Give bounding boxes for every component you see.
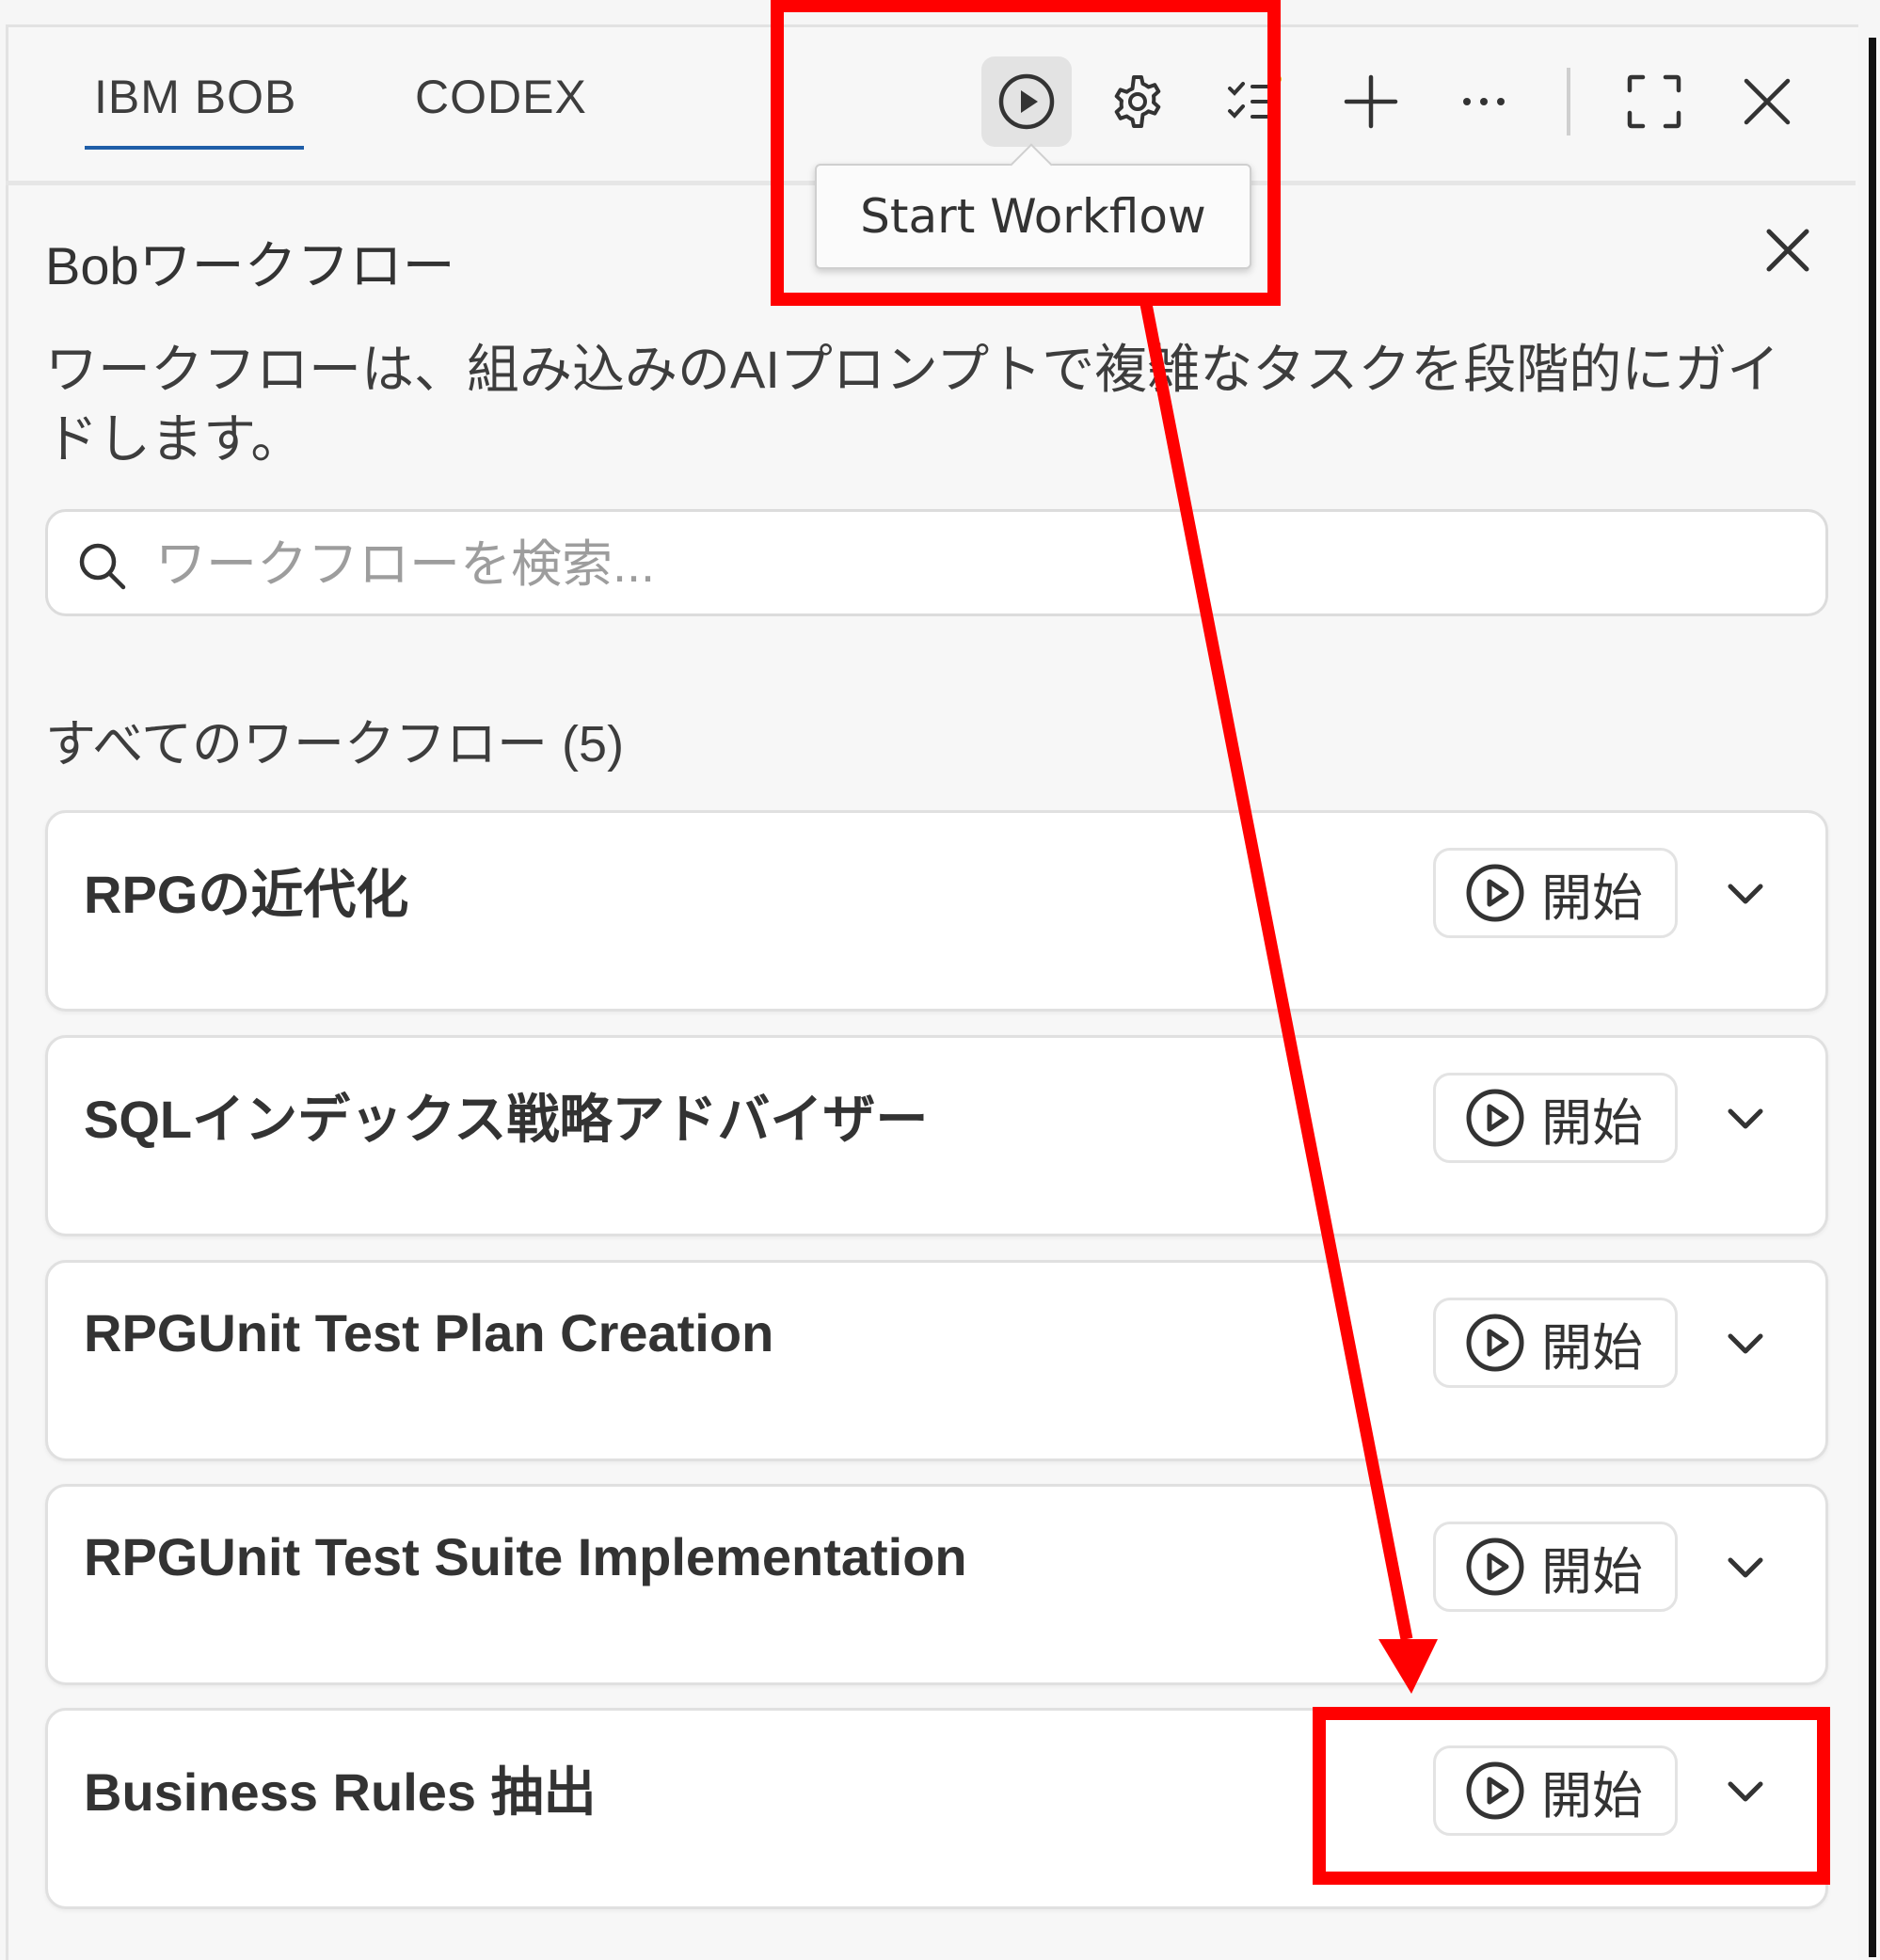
- workflow-title: SQLインデックス戦略アドバイザー: [84, 1090, 929, 1149]
- start-button[interactable]: 開始: [1433, 1522, 1678, 1612]
- workflow-card[interactable]: RPGUnit Test Suite Implementation 開始: [45, 1484, 1828, 1685]
- workflow-title: RPGUnit Test Suite Implementation: [84, 1527, 967, 1586]
- workflow-title: RPGの近代化: [84, 865, 409, 924]
- workflow-card[interactable]: Business Rules 抽出 開始: [45, 1708, 1828, 1909]
- close-icon: [1744, 78, 1791, 125]
- section-heading: すべてのワークフロー (5): [45, 716, 625, 773]
- start-button-label: 開始: [1541, 1767, 1643, 1825]
- tasks-button[interactable]: [1207, 56, 1298, 147]
- expand-toggle[interactable]: [1713, 1087, 1777, 1151]
- start-button[interactable]: 開始: [1433, 1745, 1678, 1836]
- workflow-search-input[interactable]: [153, 523, 1794, 606]
- start-button[interactable]: 開始: [1433, 848, 1678, 938]
- search-icon: [79, 543, 126, 590]
- workflow-card[interactable]: RPGの近代化 開始: [45, 810, 1828, 1012]
- checklist-icon: [1228, 74, 1282, 119]
- play-circle-icon: [1466, 1314, 1524, 1372]
- start-button-label: 開始: [1541, 1319, 1643, 1377]
- new-chat-button[interactable]: [1326, 56, 1416, 147]
- toolbar-divider: [1567, 68, 1570, 135]
- active-tab-indicator: [85, 146, 304, 150]
- panel-description: ワークフローは、組み込みのAIプロンプトで複雑なタスクを段階的にガイドします。: [45, 340, 1780, 469]
- start-button-label: 開始: [1541, 1094, 1643, 1152]
- play-circle-icon: [1466, 1538, 1524, 1596]
- more-actions-button[interactable]: [1439, 56, 1529, 147]
- gear-icon: [1114, 75, 1161, 128]
- chevron-down-icon: [1728, 884, 1763, 904]
- settings-button[interactable]: [1092, 56, 1183, 147]
- workflow-search-box[interactable]: [45, 509, 1828, 616]
- close-panel-button[interactable]: [1722, 56, 1812, 147]
- plus-icon: [1344, 74, 1398, 129]
- start-button-label: 開始: [1541, 1543, 1643, 1601]
- chevron-down-icon: [1728, 1557, 1763, 1578]
- start-button-label: 開始: [1541, 869, 1643, 927]
- tab-ibm-bob[interactable]: IBM BOB: [94, 70, 296, 124]
- workflow-card[interactable]: RPGUnit Test Plan Creation 開始: [45, 1260, 1828, 1461]
- chevron-down-icon: [1728, 1781, 1763, 1802]
- panel-title: Bobワークフロー: [45, 236, 455, 295]
- expand-icon: [1627, 74, 1681, 129]
- expand-toggle[interactable]: [1713, 862, 1777, 926]
- maximize-button[interactable]: [1609, 56, 1699, 147]
- tab-codex[interactable]: CODEX: [415, 70, 587, 124]
- close-icon: [1766, 229, 1809, 272]
- expand-toggle[interactable]: [1713, 1312, 1777, 1376]
- play-circle-icon: [1466, 1089, 1524, 1147]
- start-workflow-button[interactable]: [981, 56, 1072, 147]
- play-circle-icon: [998, 73, 1055, 130]
- expand-toggle[interactable]: [1713, 1536, 1777, 1600]
- chevron-down-icon: [1728, 1108, 1763, 1129]
- start-workflow-tooltip: Start Workflow: [815, 164, 1251, 269]
- play-circle-icon: [1466, 1761, 1524, 1820]
- workflow-title: RPGUnit Test Plan Creation: [84, 1303, 774, 1362]
- close-workflows-button[interactable]: [1752, 215, 1824, 286]
- workflow-card[interactable]: SQLインデックス戦略アドバイザー 開始: [45, 1035, 1828, 1236]
- start-button[interactable]: 開始: [1433, 1073, 1678, 1163]
- start-button[interactable]: 開始: [1433, 1298, 1678, 1388]
- chevron-down-icon: [1728, 1333, 1763, 1354]
- play-circle-icon: [1466, 864, 1524, 922]
- workflow-title: Business Rules 抽出: [84, 1762, 597, 1822]
- expand-toggle[interactable]: [1713, 1760, 1777, 1824]
- window-edge: [1869, 38, 1876, 1957]
- more-icon: [1463, 98, 1505, 105]
